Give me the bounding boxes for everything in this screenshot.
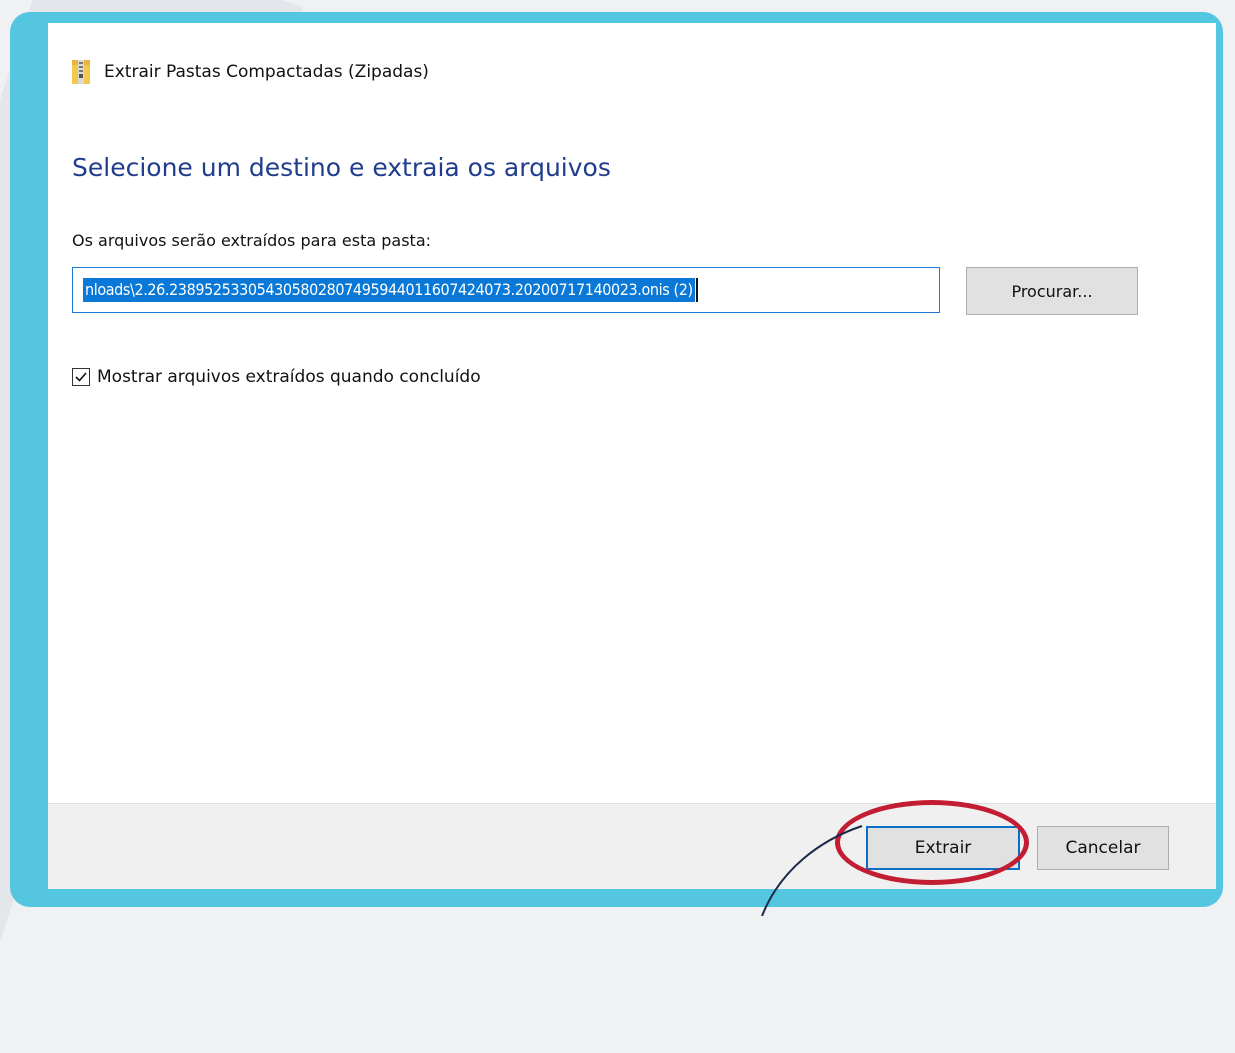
instruction-heading: Selecione um destino e extraia os arquiv… xyxy=(72,153,611,182)
show-files-checkbox[interactable] xyxy=(72,368,90,386)
show-files-option[interactable]: Mostrar arquivos extraídos quando conclu… xyxy=(72,367,481,387)
destination-label: Os arquivos serão extraídos para esta pa… xyxy=(72,231,432,250)
cancel-button[interactable]: Cancelar xyxy=(1037,826,1169,870)
dialog-footer: Extrair Cancelar xyxy=(48,803,1216,889)
destination-path-text: nloads\2.26.2389525330543058028074959440… xyxy=(83,278,695,302)
title-bar: Extrair Pastas Compactadas (Zipadas) xyxy=(72,57,429,87)
highlight-ring xyxy=(835,800,1029,885)
show-files-label: Mostrar arquivos extraídos quando conclu… xyxy=(97,367,481,387)
zip-folder-icon xyxy=(72,60,90,84)
browse-button[interactable]: Procurar... xyxy=(966,267,1138,315)
checkmark-icon xyxy=(75,372,87,382)
dialog-title: Extrair Pastas Compactadas (Zipadas) xyxy=(104,62,429,82)
extract-dialog: Extrair Pastas Compactadas (Zipadas) Sel… xyxy=(48,23,1216,889)
text-caret xyxy=(695,278,698,302)
destination-path-input[interactable]: nloads\2.26.2389525330543058028074959440… xyxy=(72,267,940,313)
